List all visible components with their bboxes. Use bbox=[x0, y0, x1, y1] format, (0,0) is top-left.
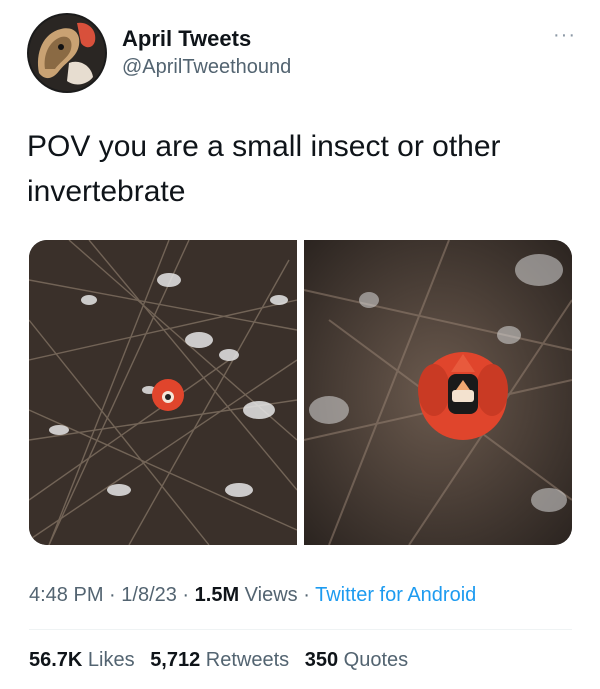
tweet-text: POV you are a small insect or other inve… bbox=[27, 130, 501, 208]
user-avatar[interactable] bbox=[27, 13, 107, 93]
tweet-media[interactable] bbox=[29, 240, 572, 545]
views-count: 1.5M bbox=[194, 584, 240, 606]
retweets-label: Retweets bbox=[200, 649, 290, 671]
likes-label: Likes bbox=[82, 649, 135, 671]
hound-avatar-icon bbox=[27, 13, 107, 93]
quotes-count: 350 bbox=[304, 649, 339, 671]
quotes-stat[interactable]: 350 Quotes bbox=[305, 649, 408, 671]
tweet-stats: 56.7K Likes 5,712 Retweets 350 Quotes bbox=[29, 649, 418, 672]
meta-separator: · bbox=[176, 584, 195, 606]
likes-stat[interactable]: 56.7K Likes bbox=[29, 649, 135, 671]
divider bbox=[29, 629, 572, 630]
cardinal-photo-wide[interactable] bbox=[29, 240, 298, 545]
retweets-count: 5,712 bbox=[150, 649, 201, 671]
retweets-stat[interactable]: 5,712 Retweets bbox=[150, 649, 289, 671]
tweet-time[interactable]: 4:48 PM bbox=[29, 584, 103, 606]
user-handle[interactable]: @AprilTweethound bbox=[122, 56, 291, 79]
display-name[interactable]: April Tweets bbox=[122, 26, 251, 52]
likes-count: 56.7K bbox=[29, 649, 83, 671]
ellipsis-icon[interactable]: ··· bbox=[553, 24, 576, 47]
tweet-meta: 4:48 PM · 1/8/23 · 1.5M Views · Twitter … bbox=[29, 584, 476, 607]
quotes-label: Quotes bbox=[338, 649, 409, 671]
meta-separator: · bbox=[103, 584, 122, 606]
meta-separator: · bbox=[297, 584, 316, 606]
views-label: Views bbox=[239, 584, 298, 606]
tweet-date[interactable]: 1/8/23 bbox=[121, 584, 177, 606]
source-link[interactable]: Twitter for Android bbox=[315, 584, 476, 606]
cardinal-photo-closeup[interactable] bbox=[303, 240, 572, 545]
